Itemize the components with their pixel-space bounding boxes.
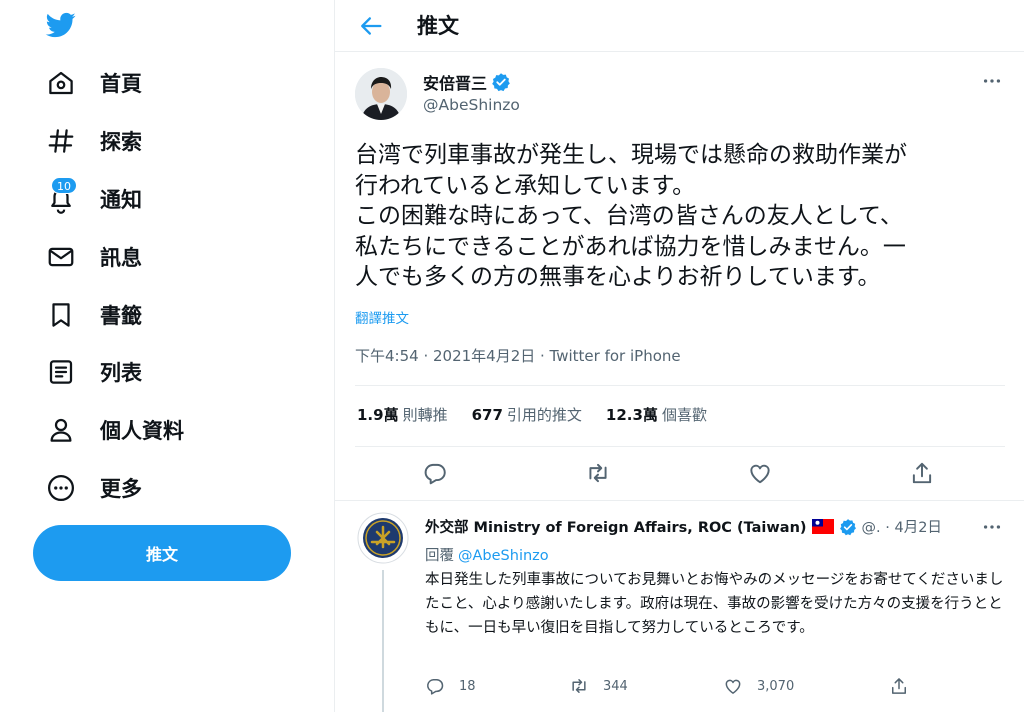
like-count: 3,070 — [757, 678, 795, 694]
sidebar-item-more[interactable]: 更多 — [46, 468, 142, 508]
sidebar-item-bookmarks[interactable]: 書籤 — [46, 295, 142, 335]
page-title: 推文 — [417, 14, 459, 38]
avatar[interactable] — [355, 68, 407, 120]
like-count: 12.3萬 — [605, 406, 658, 424]
divider — [355, 446, 1005, 447]
reply-text: 本日発生した列車事故についてお見舞いとお悔やみのメッセージをお寄せてくださいまし… — [425, 572, 1004, 636]
back-arrow-icon[interactable] — [357, 12, 385, 40]
sidebar-item-label: 訊息 — [100, 246, 142, 270]
sidebar-item-messages[interactable]: 訊息 — [46, 237, 142, 277]
reply-like-button[interactable]: 3,070 — [723, 676, 794, 696]
compose-tweet-button[interactable]: 推文 — [33, 525, 291, 581]
sidebar-item-label: 書籤 — [100, 304, 142, 328]
translate-tweet-link[interactable]: 翻譯推文 — [355, 307, 409, 327]
retweets-stat[interactable]: 1.9萬 則轉推 — [357, 404, 448, 425]
more-circle-icon — [46, 473, 76, 503]
hashtag-icon — [46, 126, 76, 156]
reply-count: 18 — [459, 678, 476, 694]
bookmark-icon — [46, 300, 76, 330]
bell-icon: 10 — [46, 177, 77, 214]
quotes-stat[interactable]: 677 引用的推文 — [472, 404, 582, 425]
share-icon[interactable] — [909, 460, 935, 486]
tweet-author-handle[interactable]: @AbeShinzo — [423, 96, 520, 114]
likes-stat[interactable]: 12.3萬 個喜歡 — [606, 404, 707, 425]
profile-icon — [46, 415, 76, 445]
sidebar: 首頁 探索 10 通知 訊息 書籤 列表 個人資料 更多 推文 — [0, 0, 334, 712]
notification-badge: 10 — [51, 177, 77, 194]
sidebar-item-label: 個人資料 — [100, 419, 184, 443]
share-icon — [889, 676, 909, 696]
replying-label: 回覆 — [425, 548, 454, 564]
taiwan-flag-icon — [811, 519, 834, 534]
reply-retweet-button[interactable]: 344 — [569, 676, 628, 696]
retweet-count: 1.9萬 — [357, 406, 399, 424]
like-icon — [723, 676, 743, 696]
home-icon — [46, 68, 76, 98]
sidebar-item-profile[interactable]: 個人資料 — [46, 410, 184, 450]
verified-badge-icon — [491, 72, 511, 92]
sidebar-item-label: 首頁 — [100, 72, 142, 96]
sidebar-item-home[interactable]: 首頁 — [46, 63, 142, 103]
sidebar-item-label: 通知 — [100, 188, 142, 212]
sidebar-item-notifications[interactable]: 10 通知 — [46, 177, 142, 219]
like-icon[interactable] — [747, 460, 773, 486]
divider — [335, 500, 1024, 501]
reply-author-name[interactable]: 外交部 Ministry of Foreign Affairs, ROC (Ta… — [425, 516, 807, 537]
more-options-icon[interactable] — [981, 70, 1003, 92]
mail-icon — [46, 242, 76, 272]
quote-label: 引用的推文 — [506, 406, 582, 424]
more-options-icon[interactable] — [981, 516, 1003, 538]
replying-to-link[interactable]: @AbeShinzo — [458, 548, 549, 564]
verified-badge-icon — [839, 518, 857, 536]
reply-reply-button[interactable]: 18 — [425, 676, 476, 696]
retweet-label: 則轉推 — [402, 406, 448, 424]
main-column: 推文 安倍晋三 @AbeShinzo 台湾で列車事故が発生し、現場では懸命の救助… — [334, 0, 1024, 712]
tweet-author-name[interactable]: 安倍晋三 — [423, 70, 511, 94]
replying-to: 回覆 @AbeShinzo — [425, 544, 549, 565]
thread-line — [382, 570, 384, 712]
page-header: 推文 — [335, 0, 1024, 52]
sidebar-item-label: 更多 — [100, 477, 142, 501]
quote-count: 677 — [471, 406, 503, 424]
sidebar-item-label: 列表 — [100, 361, 142, 385]
sidebar-item-label: 探索 — [100, 130, 142, 154]
retweet-icon[interactable] — [585, 460, 611, 486]
like-label: 個喜歡 — [661, 406, 707, 424]
reply-handle-date[interactable]: @. · 4月2日 — [862, 516, 942, 537]
reply-icon[interactable] — [422, 460, 448, 486]
author-name-text: 安倍晋三 — [423, 74, 488, 93]
tweet-stats: 1.9萬 則轉推 677 引用的推文 12.3萬 個喜歡 — [357, 404, 707, 425]
list-icon — [46, 357, 76, 387]
reply-avatar[interactable] — [357, 512, 409, 564]
reply-header: 外交部 Ministry of Foreign Affairs, ROC (Ta… — [425, 516, 942, 537]
reply-icon — [425, 676, 445, 696]
divider — [355, 385, 1005, 386]
tweet-meta[interactable]: 下午4:54 · 2021年4月2日 · Twitter for iPhone — [355, 345, 681, 366]
retweet-count: 344 — [603, 678, 628, 694]
sidebar-item-explore[interactable]: 探索 — [46, 121, 142, 161]
reply-share-button[interactable] — [889, 676, 909, 696]
twitter-logo-icon[interactable] — [44, 10, 78, 40]
retweet-icon — [569, 676, 589, 696]
tweet-text: 台湾で列車事故が発生し、現場では懸命の救助作業が 行われていると承知しています。… — [355, 142, 907, 290]
sidebar-item-lists[interactable]: 列表 — [46, 352, 142, 392]
